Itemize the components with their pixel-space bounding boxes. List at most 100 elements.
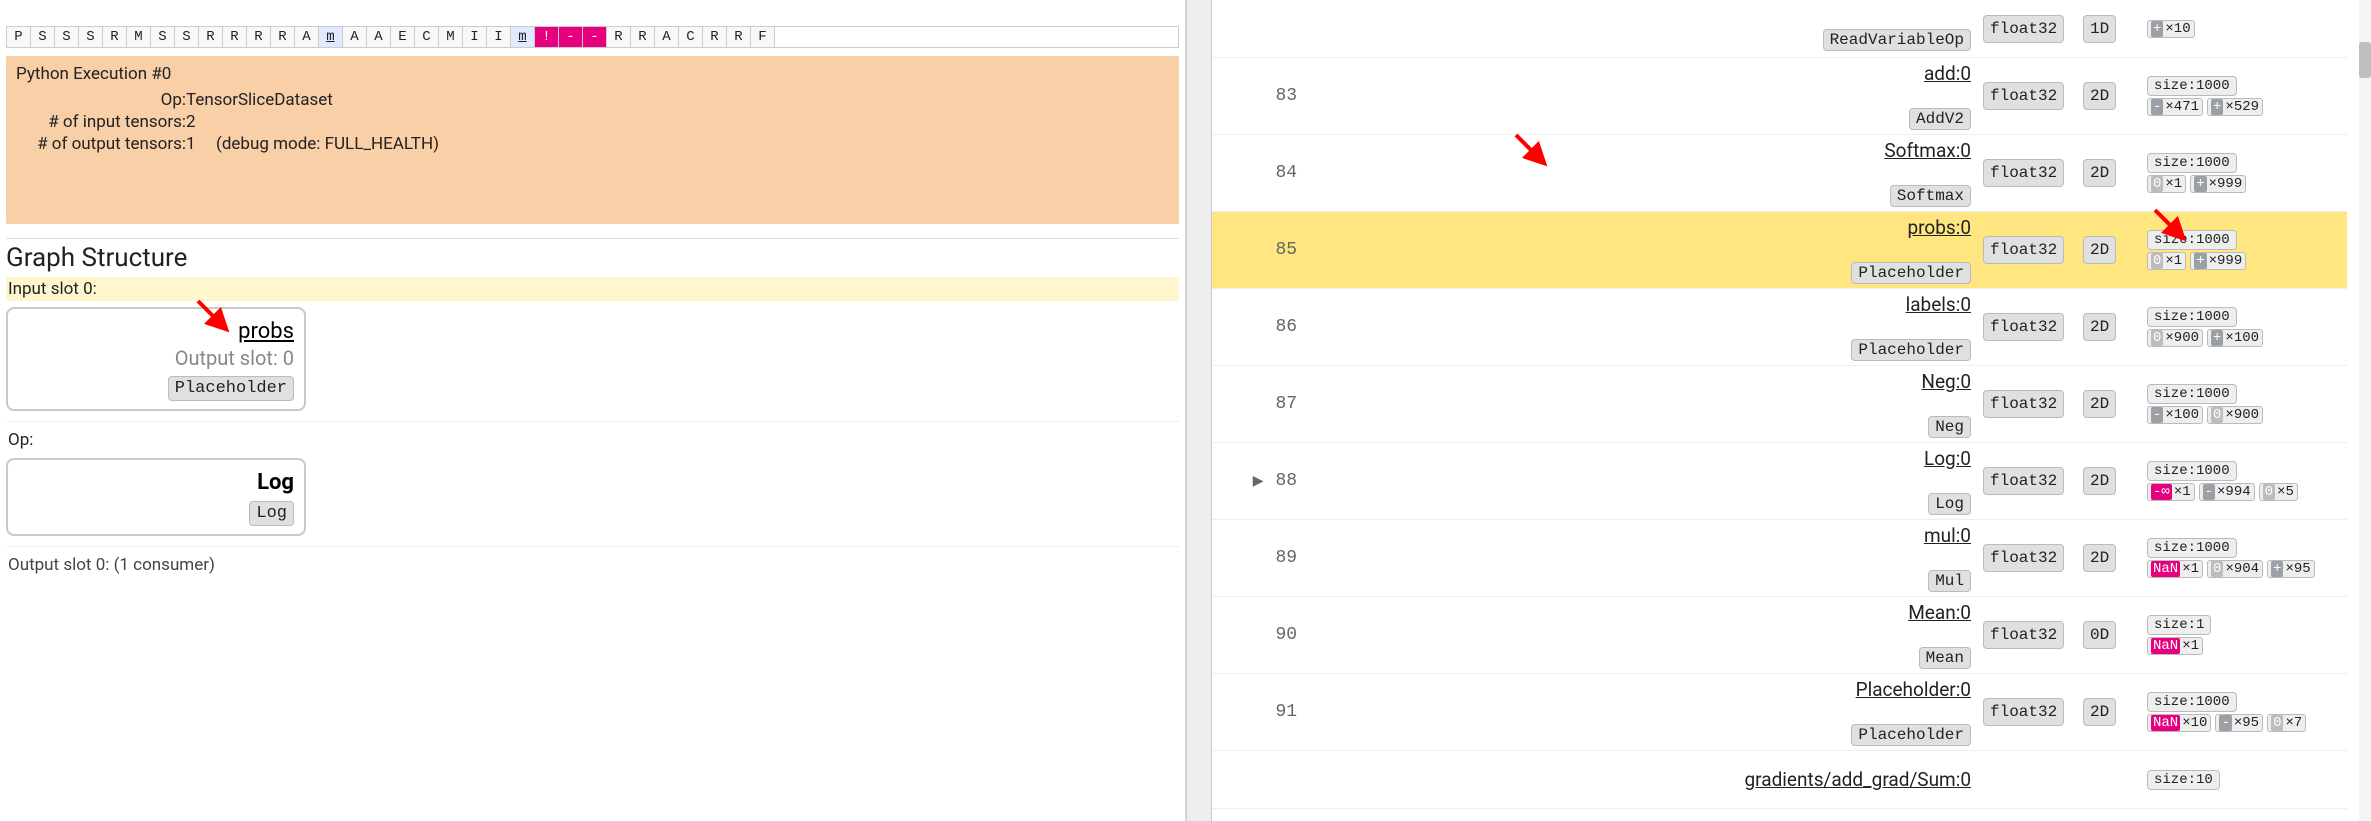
tensor-name[interactable]: Mean:0: [1340, 601, 1972, 624]
tensor-row[interactable]: 89mul:0Mulfloat322Dsize:1000NaN×10×904+×…: [1212, 520, 2348, 597]
dtype-chip: float32: [1983, 236, 2064, 264]
timeline-cell[interactable]: P: [7, 27, 31, 47]
panel-gutter[interactable]: [1186, 0, 1212, 821]
tensor-name[interactable]: Log:0: [1340, 447, 1972, 470]
tensor-name[interactable]: probs:0: [1340, 216, 1972, 239]
dtype-chip: float32: [1983, 544, 2064, 572]
tensor-list-panel[interactable]: ReadVariableOpfloat321D+×1083add:0AddV2f…: [1212, 0, 2371, 821]
health-part: NaN×1: [2147, 637, 2203, 655]
health-summary: size:1000 -×471+×529: [2147, 76, 2347, 116]
tensor-name[interactable]: Softmax:0: [1340, 139, 1972, 162]
detail-row-label: Op:: [16, 90, 186, 110]
health-part: 0×7: [2267, 714, 2306, 732]
timeline-cell[interactable]: S: [31, 27, 55, 47]
tensor-name[interactable]: labels:0: [1340, 293, 1972, 316]
tensor-row[interactable]: 91Placeholder:0Placeholderfloat322Dsize:…: [1212, 674, 2348, 751]
health-tag: +: [2211, 99, 2223, 115]
timeline-cell[interactable]: R: [199, 27, 223, 47]
dtype-chip: float32: [1983, 313, 2064, 341]
timeline-cell[interactable]: R: [103, 27, 127, 47]
detail-row-value: TensorSliceDataset: [186, 90, 216, 110]
health-tag: NaN: [2151, 561, 2180, 577]
size-chip: size:1000: [2147, 76, 2237, 96]
tensor-row[interactable]: ReadVariableOpfloat321D+×10: [1212, 0, 2348, 58]
rank-chip: 2D: [2083, 313, 2116, 341]
timeline-cell[interactable]: E: [391, 27, 415, 47]
op-node-card[interactable]: Log Log: [6, 458, 306, 536]
health-part: +×529: [2207, 98, 2263, 116]
tensor-row[interactable]: 86labels:0Placeholderfloat322Dsize:10000…: [1212, 289, 2348, 366]
timeline-cell[interactable]: S: [79, 27, 103, 47]
timeline-cell[interactable]: R: [271, 27, 295, 47]
timeline-cell[interactable]: -: [559, 27, 583, 47]
health-summary: size:10: [2147, 770, 2347, 790]
timeline-cell[interactable]: R: [703, 27, 727, 47]
timeline-cell[interactable]: I: [463, 27, 487, 47]
timeline-cell[interactable]: A: [343, 27, 367, 47]
timeline-cell[interactable]: M: [439, 27, 463, 47]
health-part: -×100: [2147, 406, 2203, 424]
health-summary: size:10000×1+×999: [2147, 230, 2347, 270]
timeline-cell[interactable]: F: [751, 27, 775, 47]
tensor-row[interactable]: 87Neg:0Negfloat322Dsize:1000-×1000×900: [1212, 366, 2348, 443]
tensor-row[interactable]: 85probs:0Placeholderfloat322Dsize:10000×…: [1212, 212, 2348, 289]
input-node-name[interactable]: probs: [18, 319, 294, 344]
rank-chip: 2D: [2083, 698, 2116, 726]
timeline-cell[interactable]: M: [127, 27, 151, 47]
execution-timeline[interactable]: PSSSRMSSRRRRAmAAECMIIm!--RRACRRF: [6, 26, 1179, 48]
timeline-cell[interactable]: R: [607, 27, 631, 47]
timeline-cell[interactable]: !: [535, 27, 559, 47]
timeline-cell[interactable]: I: [487, 27, 511, 47]
tensor-row[interactable]: 83add:0AddV2float322Dsize:1000-×471+×529: [1212, 58, 2348, 135]
health-summary: size:1000NaN×10×904+×95: [2147, 538, 2347, 578]
health-parts: NaN×10-×950×7: [2147, 714, 2347, 732]
op-column: Softmax:0Softmax: [1340, 139, 1976, 207]
op-type-chip: Mean: [1919, 647, 1971, 669]
tensor-name[interactable]: mul:0: [1340, 524, 1972, 547]
dtype-chip: float32: [1983, 698, 2064, 726]
rank-chip: 1D: [2083, 15, 2116, 43]
health-tag: 0: [2151, 330, 2163, 346]
health-part: 0×1: [2147, 175, 2186, 193]
timeline-cell[interactable]: S: [151, 27, 175, 47]
rank-chip: 2D: [2083, 82, 2116, 110]
input-node-card[interactable]: probs Output slot: 0 Placeholder: [6, 307, 306, 411]
timeline-cell[interactable]: R: [727, 27, 751, 47]
timeline-cell[interactable]: A: [367, 27, 391, 47]
timeline-cell[interactable]: S: [55, 27, 79, 47]
tensor-row[interactable]: gradients/add_grad/Sum:0 size:10: [1212, 751, 2348, 809]
timeline-cell[interactable]: m: [319, 27, 343, 47]
timeline-cell[interactable]: R: [247, 27, 271, 47]
timeline-cell[interactable]: C: [415, 27, 439, 47]
tensor-name[interactable]: gradients/add_grad/Sum:0: [1340, 768, 1972, 791]
dtype-chip: float32: [1983, 390, 2064, 418]
expand-toggle-icon[interactable]: ▶: [1220, 473, 1268, 489]
tensor-name[interactable]: add:0: [1340, 62, 1972, 85]
timeline-cell[interactable]: R: [223, 27, 247, 47]
timeline-cell[interactable]: A: [655, 27, 679, 47]
tensor-name[interactable]: Neg:0: [1340, 370, 1972, 393]
health-tag: NaN: [2151, 638, 2180, 654]
detail-row-value: 1: [186, 134, 216, 154]
op-column: Neg:0Neg: [1340, 370, 1976, 438]
op-type-chip: Mul: [1928, 570, 1971, 592]
timeline-cell[interactable]: R: [631, 27, 655, 47]
timeline-cell[interactable]: S: [175, 27, 199, 47]
scrollbar-thumb[interactable]: [2359, 42, 2371, 78]
rank-chip: 2D: [2083, 467, 2116, 495]
scrollbar-track[interactable]: [2359, 0, 2371, 821]
health-parts: -×471+×529: [2147, 98, 2347, 116]
health-part: 0×1: [2147, 252, 2186, 270]
op-node-optype-chip: Log: [249, 501, 294, 526]
tensor-row[interactable]: 90Mean:0Meanfloat320Dsize:1NaN×1: [1212, 597, 2348, 674]
timeline-cell[interactable]: C: [679, 27, 703, 47]
tensor-name[interactable]: Placeholder:0: [1340, 678, 1972, 701]
health-parts: 0×1+×999: [2147, 252, 2347, 270]
timeline-cell[interactable]: A: [295, 27, 319, 47]
health-part: 0×5: [2259, 483, 2298, 501]
tensor-row[interactable]: ▶88Log:0Logfloat322Dsize:1000-∞×1-×9940×…: [1212, 443, 2348, 520]
op-type-chip: Log: [1928, 493, 1971, 515]
timeline-cell[interactable]: -: [583, 27, 607, 47]
tensor-row[interactable]: 84Softmax:0Softmaxfloat322Dsize:10000×1+…: [1212, 135, 2348, 212]
timeline-cell[interactable]: m: [511, 27, 535, 47]
